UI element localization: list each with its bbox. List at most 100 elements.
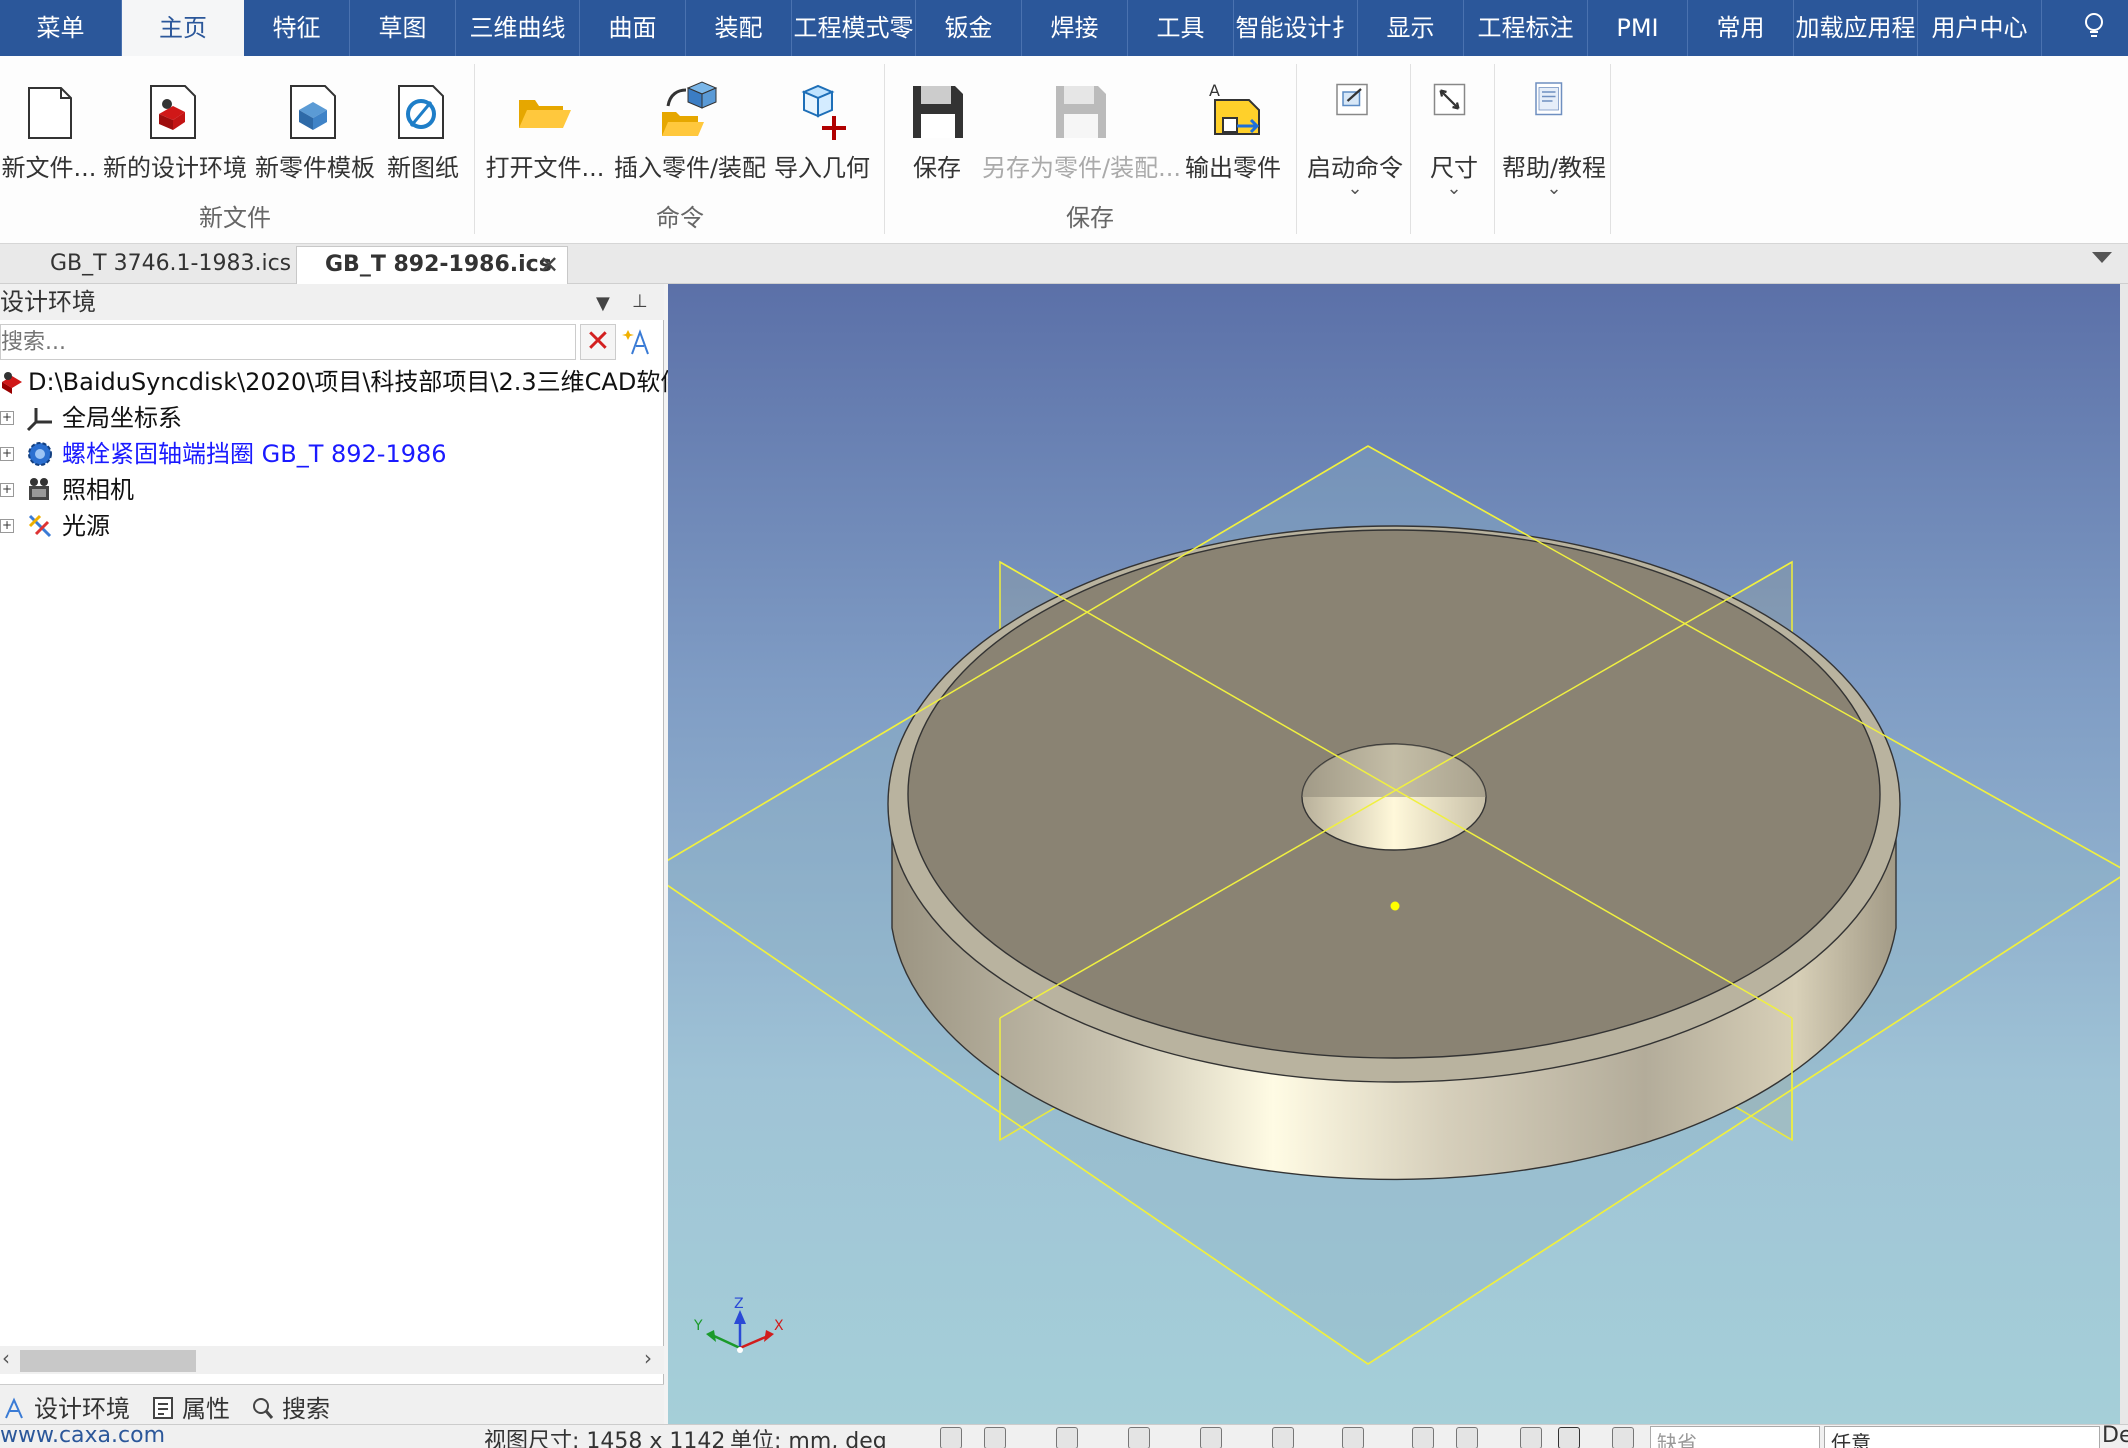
menu-tab[interactable]: 草图 [350, 0, 456, 56]
pointer-icon[interactable] [1612, 1427, 1634, 1448]
axis-triad: Z Y X [693, 1296, 784, 1353]
clear-search-icon[interactable]: ✕ [580, 324, 616, 360]
scroll-thumb[interactable] [20, 1350, 196, 1372]
menu-tab[interactable]: 工程模式零 [792, 0, 916, 56]
menu-tab[interactable]: 装配 [686, 0, 792, 56]
solid-icon[interactable] [1456, 1427, 1478, 1448]
units: 单位: mm, deg [730, 1429, 887, 1448]
menu-tab[interactable]: 工具 [1128, 0, 1234, 56]
tab-list-dropdown-icon[interactable] [2092, 252, 2112, 263]
select-pointer-icon[interactable] [1558, 1427, 1580, 1448]
design-env-icon [2, 372, 22, 394]
expand-icon[interactable]: + [0, 483, 14, 497]
menu-tab[interactable]: 主页 [122, 0, 244, 56]
scroll-left-icon[interactable]: ‹ [2, 1346, 10, 1370]
menu-tab[interactable]: 智能设计扌 [1234, 0, 1358, 56]
tree-item-root[interactable]: D:\BaiduSyncdisk\2020\项目\科技部项目\2.3三维CAD软… [0, 364, 684, 400]
menu-tab[interactable]: 焊接 [1022, 0, 1128, 56]
help-tutorial-button[interactable]: 帮助/教程 ⌄ [1498, 68, 1610, 238]
launch-command-icon [1336, 83, 1368, 116]
doc-tab-label: GB_T 892-1986.ics [325, 252, 552, 277]
filter-icon[interactable] [984, 1427, 1006, 1448]
selection-filter-value: 缺省 [1657, 1431, 1697, 1448]
tree-item-global-coordinate-system[interactable]: + 全局坐标系 [0, 400, 664, 436]
light-source-icon [28, 514, 52, 538]
selection-filter-select[interactable]: 缺省 [1650, 1426, 1820, 1448]
menu-tab[interactable]: 常用 [1688, 0, 1794, 56]
save-label: 保存 [913, 154, 961, 182]
new-file-group-label: 新文件 [199, 204, 271, 232]
horizontal-scrollbar[interactable]: ‹ › [0, 1346, 664, 1374]
panel-menu-icon[interactable]: ▼ [596, 286, 610, 322]
doc-tab-gbt3746[interactable]: GB_T 3746.1-1983.ics [34, 246, 291, 284]
3d-viewport[interactable]: Z Y X [668, 284, 2120, 1424]
expand-icon[interactable]: + [0, 447, 14, 461]
chevron-down-icon: ⌄ [1347, 178, 1363, 199]
design-tree: D:\BaiduSyncdisk\2020\项目\科技部项目\2.3三维CAD软… [0, 364, 684, 544]
close-icon[interactable]: ✕ [539, 247, 559, 283]
design-env-tab-icon [5, 1397, 23, 1419]
properties-icon [153, 1397, 173, 1419]
viewport-scrollbar[interactable] [2120, 284, 2128, 1424]
expand-icon[interactable]: + [0, 519, 14, 533]
tree-item-camera[interactable]: + 照相机 [0, 472, 664, 508]
launch-command-button[interactable]: 启动命令 ⌄ [1300, 68, 1410, 238]
new-part-template-label: 新零件模板 [255, 154, 375, 182]
menu-tab[interactable]: 菜单 [0, 0, 122, 56]
menu-tab[interactable]: 特征 [244, 0, 350, 56]
scroll-right-icon[interactable]: › [644, 1346, 652, 1370]
panel-title: 设计环境 [0, 288, 96, 316]
new-design-env-icon [150, 85, 196, 139]
tree-item-light-source[interactable]: + 光源 [0, 508, 664, 544]
dimension-button[interactable]: 尺寸 ⌄ [1414, 68, 1494, 238]
group-separator [884, 64, 885, 234]
new-design-env-label: 新的设计环境 [103, 154, 247, 182]
render-icon[interactable] [1342, 1427, 1364, 1448]
chevron-down-icon: ⌄ [1546, 178, 1562, 199]
menu-tab[interactable]: 加载应用程 [1794, 0, 1918, 56]
search-options-icon[interactable] [620, 324, 656, 360]
menu-tab[interactable]: 三维曲线 [456, 0, 580, 56]
tab-search[interactable]: 搜索 [252, 1389, 330, 1424]
part-gear-icon [28, 442, 52, 466]
menu-tab[interactable]: 曲面 [580, 0, 686, 56]
open-file-label: 打开文件... [485, 154, 605, 182]
z-axis-label: Z [734, 1296, 744, 1312]
box-icon[interactable] [1200, 1427, 1222, 1448]
design-environment-panel: 设计环境 ▼ ⊥ ✕ D:\BaiduSyncdisk\2020\项目\科技部项… [0, 284, 684, 1384]
light-icon[interactable] [1272, 1427, 1294, 1448]
shade-icon[interactable] [1128, 1427, 1150, 1448]
snap-icon[interactable] [940, 1427, 962, 1448]
menu-tab[interactable]: 钣金 [916, 0, 1022, 56]
view-cube-icon[interactable] [1056, 1427, 1078, 1448]
website-link[interactable]: www.caxa.com [0, 1425, 165, 1448]
ribbon: 新文件... 新的设计环境 新零件模板 新图纸 新文件 打开文件... 插入零件… [0, 56, 2128, 244]
group-separator [1410, 64, 1411, 234]
panel-title-bar: 设计环境 ▼ ⊥ [0, 284, 664, 320]
tab-design-env[interactable]: 设计环境 [4, 1389, 130, 1424]
tab-properties[interactable]: 属性 [152, 1389, 230, 1424]
tips-bulb-icon[interactable] [2082, 12, 2106, 42]
selection-type-value: 任意 [1831, 1431, 1871, 1448]
curve-icon[interactable] [1412, 1427, 1434, 1448]
tree-item-part[interactable]: + 螺栓紧固轴端挡圈 GB_T 892-1986 [0, 436, 664, 472]
menu-bar: 菜单 主页 特征 草图 三维曲线 曲面 装配 工程模式零 钣金 焊接 工具 智能设计扌 显示 工程标注 PM… [0, 0, 2128, 56]
menu-tab[interactable]: 显示 [1358, 0, 1464, 56]
scene: Z Y X [668, 445, 2120, 1365]
menu-tab[interactable]: PMI [1588, 0, 1688, 56]
panel-bottom-tabs: 设计环境 属性 搜索 [0, 1384, 664, 1424]
tool-icon[interactable] [1520, 1427, 1542, 1448]
save-icon [913, 86, 963, 138]
doc-tab-gbt892[interactable]: GB_T 892-1986.ics ✕ [296, 246, 568, 284]
camera-icon [29, 478, 49, 500]
pin-icon[interactable]: ⊥ [632, 284, 648, 320]
expand-icon[interactable]: + [0, 411, 14, 425]
selection-type-select[interactable]: 任意 [1824, 1426, 2100, 1448]
origin-point[interactable] [1390, 901, 1400, 911]
menu-tab[interactable]: 用户中心 [1918, 0, 2042, 56]
menu-tab[interactable]: 工程标注 [1464, 0, 1588, 56]
tab-label: 设计环境 [34, 1395, 130, 1423]
view-size: 视图尺寸: 1458 x 1142 [484, 1429, 726, 1448]
group-separator [1610, 64, 1611, 234]
tree-search-input[interactable] [0, 324, 576, 360]
